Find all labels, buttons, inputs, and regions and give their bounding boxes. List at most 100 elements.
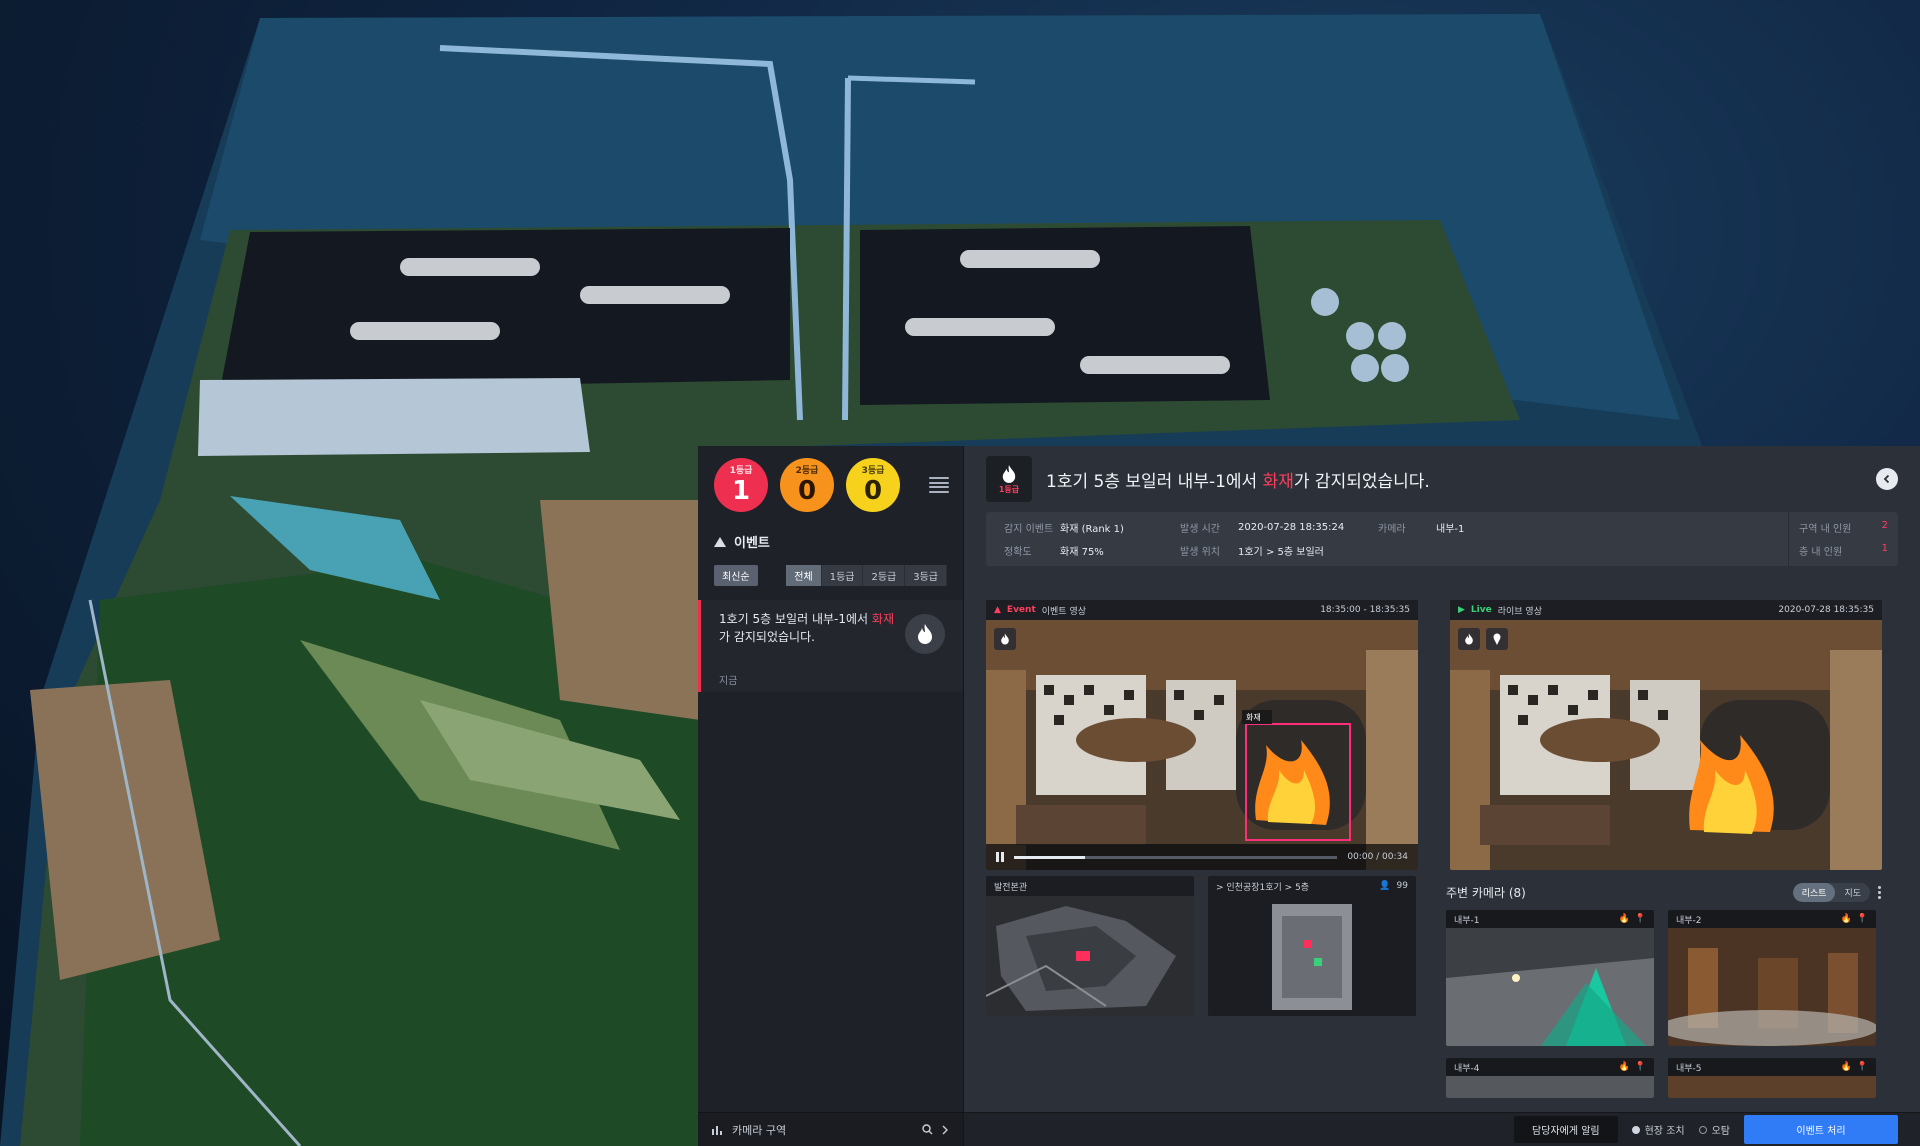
camera-card-bar: 내부-5 🔥 📍 <box>1668 1058 1876 1076</box>
event-text-after: 가 감지되었습니다. <box>719 630 815 644</box>
action-footer: 담당자에게 알림 현장 조치 오탐 이벤트 처리 <box>964 1112 1920 1146</box>
filter-tab-level1[interactable]: 1등급 <box>821 565 864 586</box>
camera-name: 내부-2 <box>1676 915 1702 926</box>
counter-value: 1 <box>731 475 751 506</box>
pin-icon: 📍 <box>1634 914 1646 924</box>
nearby-camera-card[interactable]: 내부-1 🔥 📍 <box>1446 910 1654 1046</box>
nearby-camera-card[interactable]: 내부-2 🔥 📍 <box>1668 910 1876 1046</box>
live-video-player[interactable]: ▶ Live 라이브 영상 2020-07-28 18:35:35 <box>1450 600 1882 870</box>
events-heading: 이벤트 <box>698 526 963 557</box>
camera-name: 내부-4 <box>1454 1063 1480 1074</box>
view-map-tab[interactable]: 지도 <box>1835 883 1870 902</box>
site-minimap-image <box>986 896 1194 1016</box>
event-text-highlight: 화재 <box>871 612 894 626</box>
video-area: ▲ Event 이벤트 영상 18:35:00 - 18:35:35 화재 00… <box>986 600 1882 870</box>
counter-level-label: 3등급 <box>861 465 885 476</box>
minimap-title: > 인천공장1호기 > 5층 <box>1216 882 1310 893</box>
camera-thumbnail <box>1668 1076 1876 1098</box>
camera-thumbnail <box>1446 1076 1654 1098</box>
radio-dot <box>1698 1125 1707 1134</box>
video-label: 라이브 영상 <box>1497 606 1542 617</box>
search-icon[interactable] <box>922 1124 933 1135</box>
video-title-bar: ▲ Event 이벤트 영상 18:35:00 - 18:35:35 <box>986 600 1418 620</box>
chart-icon <box>712 1125 722 1135</box>
filter-tab-all[interactable]: 전체 <box>786 565 822 586</box>
video-timecode: 00:00 / 00:34 <box>1347 852 1408 862</box>
event-filters: 최신순 전체 1등급 2등급 3등급 <box>698 557 963 596</box>
view-list-tab[interactable]: 리스트 <box>1792 882 1836 902</box>
floor-minimap[interactable]: > 인천공장1호기 > 5층 👤 99 <box>1208 876 1416 1016</box>
person-icon: 👤 <box>1379 881 1391 891</box>
minimap-title: 발전본관 <box>994 882 1028 893</box>
info-value: 내부-1 <box>1436 524 1465 535</box>
info-value: 1 <box>1881 543 1888 554</box>
level1-counter[interactable]: 1등급 1 <box>714 458 768 512</box>
warning-icon <box>714 536 726 547</box>
video-scrubber[interactable] <box>1014 855 1338 859</box>
camera-zone-bar[interactable]: 카메라 구역 <box>698 1112 963 1146</box>
notify-manager-button[interactable]: 담당자에게 알림 <box>1514 1116 1618 1143</box>
event-video-player[interactable]: ▲ Event 이벤트 영상 18:35:00 - 18:35:35 화재 00… <box>986 600 1418 870</box>
video-label: 이벤트 영상 <box>1041 606 1087 617</box>
minimap-title-bar: > 인천공장1호기 > 5층 👤 99 <box>1208 876 1416 896</box>
camera-thumbnail <box>1446 928 1654 1046</box>
fire-icon: 🔥 <box>1840 1062 1852 1072</box>
video-time-range: 18:35:00 - 18:35:35 <box>1320 605 1410 615</box>
fire-icon <box>1002 464 1016 483</box>
back-button[interactable] <box>1876 468 1898 490</box>
info-key: 정확도 <box>1004 547 1032 558</box>
list-menu-icon[interactable] <box>929 477 949 493</box>
title-before: 1호기 5층 보일러 내부-1에서 <box>1046 471 1263 492</box>
radio-dot <box>1631 1125 1640 1134</box>
fire-icon: 🔥 <box>1840 914 1852 924</box>
fire-icon: 🔥 <box>1618 914 1630 924</box>
chevron-right-icon[interactable] <box>941 1125 949 1135</box>
video-status: Live <box>1470 605 1492 615</box>
pin-icon[interactable] <box>1486 628 1508 650</box>
event-title: 1호기 5층 보일러 내부-1에서 화재가 감지되었습니다. <box>1046 467 1430 492</box>
nearby-camera-card[interactable]: 내부-5 🔥 📍 <box>1668 1058 1876 1098</box>
event-list-item[interactable]: 1호기 5층 보일러 내부-1에서 화재가 감지되었습니다. 지금 <box>698 600 963 692</box>
camera-card-bar: 내부-4 🔥 📍 <box>1446 1058 1654 1076</box>
counter-level-label: 1등급 <box>729 465 753 476</box>
detection-box-label: 화재 <box>1246 713 1261 722</box>
pause-icon[interactable] <box>996 852 1004 862</box>
event-header: 1등급 1호기 5층 보일러 내부-1에서 화재가 감지되었습니다. <box>964 446 1920 512</box>
fire-level-badge: 1등급 <box>986 456 1032 502</box>
pin-icon: 📍 <box>1856 1062 1868 1072</box>
nearby-cameras-title: 주변 카메라 (8) <box>1446 885 1526 900</box>
more-icon[interactable] <box>1878 885 1882 899</box>
site-minimap[interactable]: 발전본관 <box>986 876 1194 1016</box>
filter-tab-level3[interactable]: 3등급 <box>905 565 947 586</box>
info-value: 화재 (Rank 1) <box>1060 524 1124 535</box>
pin-icon: 📍 <box>1856 914 1868 924</box>
fire-filter-button[interactable] <box>1458 628 1480 650</box>
floor-plan-image <box>1208 896 1416 1016</box>
people-count: 99 <box>1396 881 1408 891</box>
event-time: 지금 <box>719 676 738 687</box>
level-filter-tabs: 전체 1등급 2등급 3등급 <box>786 565 947 586</box>
boiler-room-frame <box>1450 620 1882 870</box>
camera-name: 내부-5 <box>1676 1063 1702 1074</box>
minimap-title-bar: 발전본관 <box>986 876 1194 896</box>
fire-filter-button[interactable] <box>994 628 1016 650</box>
event-text-before: 1호기 5층 보일러 내부-1에서 <box>719 612 872 626</box>
chevron-left-icon <box>1883 474 1890 484</box>
info-key: 감지 이벤트 <box>1004 524 1054 535</box>
video-title-bar: ▶ Live 라이브 영상 2020-07-28 18:35:35 <box>1450 600 1882 620</box>
info-key: 구역 내 인원 <box>1799 524 1852 535</box>
filter-tab-level2[interactable]: 2등급 <box>863 565 906 586</box>
counter-value: 0 <box>863 475 883 506</box>
level2-counter[interactable]: 2등급 0 <box>780 458 834 512</box>
title-after: 가 감지되었습니다. <box>1293 471 1430 492</box>
nearby-camera-card[interactable]: 내부-4 🔥 📍 <box>1446 1058 1654 1098</box>
event-detail: 1등급 1호기 5층 보일러 내부-1에서 화재가 감지되었습니다. 감지 이벤… <box>964 446 1920 1146</box>
process-event-button[interactable]: 이벤트 처리 <box>1744 1115 1898 1144</box>
info-key: 층 내 인원 <box>1799 547 1843 558</box>
level3-counter[interactable]: 3등급 0 <box>846 458 900 512</box>
radio-label: 현장 조치 <box>1644 1126 1685 1137</box>
radio-onsite[interactable]: 현장 조치 <box>1631 1122 1685 1137</box>
radio-false-alarm[interactable]: 오탐 <box>1698 1122 1730 1137</box>
info-value: 2 <box>1881 520 1888 531</box>
sort-latest-chip[interactable]: 최신순 <box>714 565 758 586</box>
